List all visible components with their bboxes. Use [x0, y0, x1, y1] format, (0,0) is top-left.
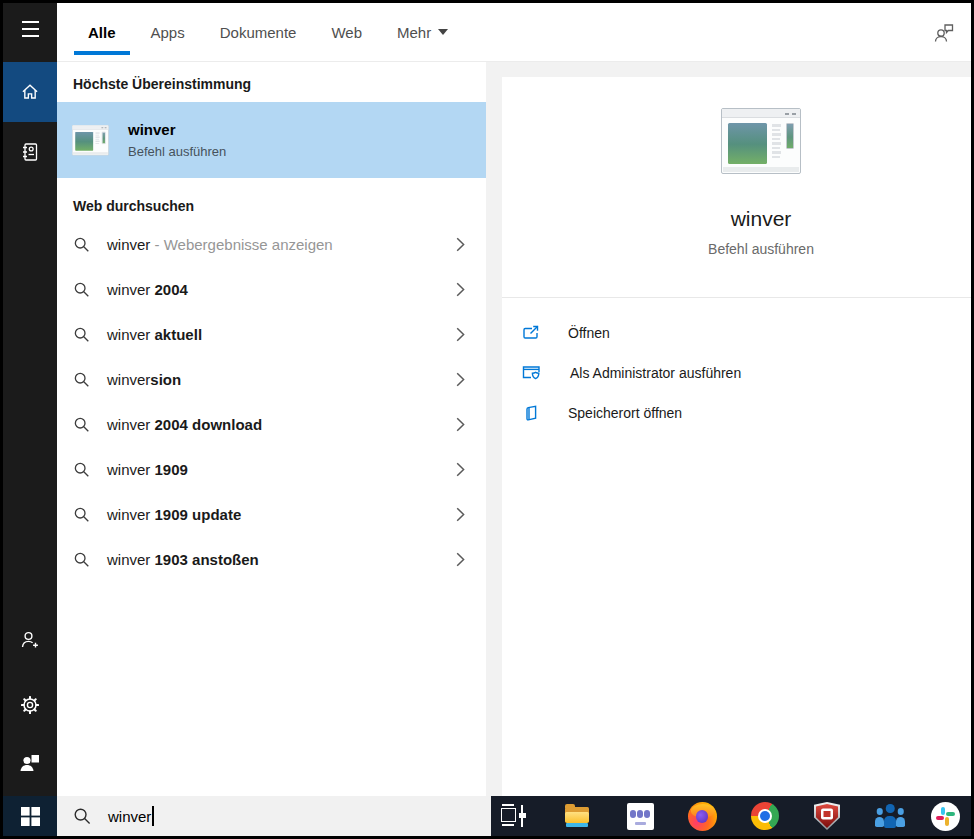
feedback-user-icon [931, 19, 957, 45]
detail-divider [502, 297, 971, 298]
teams-icon [627, 803, 654, 830]
tab-mehr[interactable]: Mehr [383, 3, 462, 61]
windows-search-screen: Alle Apps Dokumente Web Mehr Höchste Übe… [0, 0, 974, 839]
chevron-right-icon[interactable] [456, 552, 465, 567]
winver-app-icon [72, 125, 109, 156]
action-open-file-location[interactable]: Speicherort öffnen [502, 393, 971, 433]
teams-button[interactable] [625, 801, 655, 831]
detail-actions: Öffnen Als Administrator ausführen Speic… [502, 313, 971, 433]
start-button[interactable] [3, 796, 57, 836]
web-suggestion[interactable]: winver 1909 update [57, 492, 486, 537]
taskbar: winver [3, 796, 971, 836]
journal-icon [19, 141, 41, 163]
admin-shield-icon [522, 364, 542, 382]
section-header-web: Web durchsuchen [57, 178, 486, 222]
file-location-icon [522, 404, 540, 422]
section-header-best-match: Höchste Übereinstimmung [57, 62, 486, 102]
add-user-icon [19, 629, 41, 651]
windows-logo-icon [21, 807, 40, 826]
home-icon [20, 82, 40, 102]
search-icon [73, 371, 90, 388]
chevron-down-icon [438, 29, 448, 35]
search-icon [73, 416, 90, 433]
search-icon [73, 236, 90, 253]
suggestion-text: winver - Webergebnisse anzeigen [107, 236, 333, 253]
web-suggestion[interactable]: winver 1909 [57, 447, 486, 492]
slack-icon [931, 802, 960, 831]
left-rail [3, 3, 57, 836]
web-suggestion[interactable]: winver 1903 anstoßen [57, 537, 486, 582]
firefox-icon [688, 802, 717, 831]
search-icon [73, 326, 90, 343]
text-caret [152, 806, 154, 826]
web-suggestion[interactable]: winver aktuell [57, 312, 486, 357]
chevron-right-icon[interactable] [456, 372, 465, 387]
results-list: Höchste Übereinstimmung winver Befehl au… [57, 62, 486, 796]
best-match-subtitle: Befehl ausführen [128, 144, 226, 159]
suggestion-text: winver aktuell [107, 326, 202, 343]
file-explorer-button[interactable] [562, 801, 592, 831]
chevron-right-icon[interactable] [456, 282, 465, 297]
sidebar-item-home[interactable] [3, 62, 57, 122]
sidebar-item-user-picture[interactable] [3, 739, 57, 787]
firefox-button[interactable] [687, 801, 717, 831]
search-icon [73, 506, 90, 523]
web-suggestion[interactable]: winver - Webergebnisse anzeigen [57, 222, 486, 267]
chrome-button[interactable] [750, 801, 780, 831]
panel-divider [486, 62, 502, 796]
action-run-as-admin[interactable]: Als Administrator ausführen [502, 353, 971, 393]
chevron-right-icon[interactable] [456, 462, 465, 477]
suggestion-text: winver 1909 [107, 461, 188, 478]
detail-panel: winver Befehl ausführen Öffnen Als Admin… [502, 77, 971, 796]
chevron-right-icon[interactable] [456, 327, 465, 342]
tab-apps[interactable]: Apps [137, 3, 199, 61]
search-flyout: Alle Apps Dokumente Web Mehr Höchste Übe… [3, 3, 971, 836]
web-suggestion[interactable]: winver 2004 [57, 267, 486, 312]
search-icon [73, 807, 91, 825]
tab-dokumente[interactable]: Dokumente [206, 3, 311, 61]
suggestion-text: winver 2004 download [107, 416, 262, 433]
best-match-item[interactable]: winver Befehl ausführen [57, 102, 486, 178]
sidebar-item-journal[interactable] [3, 128, 57, 176]
contacts-icon [875, 802, 905, 830]
chevron-right-icon[interactable] [456, 237, 465, 252]
chevron-right-icon[interactable] [456, 417, 465, 432]
web-suggestion[interactable]: winversion [57, 357, 486, 402]
feedback-button[interactable] [929, 17, 959, 47]
user-picture-icon [19, 752, 41, 774]
panel-divider-top [502, 62, 971, 77]
search-input-value: winver [108, 808, 151, 825]
search-icon [73, 281, 90, 298]
security-shield-button[interactable] [812, 801, 842, 831]
search-tabs: Alle Apps Dokumente Web Mehr [57, 3, 971, 62]
sidebar-item-add-user[interactable] [3, 616, 57, 664]
winver-app-icon-large [721, 108, 801, 174]
search-icon [73, 551, 90, 568]
security-shield-icon [814, 802, 840, 830]
web-suggestion[interactable]: winver 2004 download [57, 402, 486, 447]
suggestion-text: winver 1909 update [107, 506, 241, 523]
contacts-button[interactable] [875, 801, 905, 831]
open-icon [522, 324, 540, 342]
menu-icon[interactable] [3, 5, 57, 53]
task-view-icon [500, 804, 526, 828]
tab-web[interactable]: Web [317, 3, 376, 61]
detail-title: winver [731, 207, 792, 231]
chrome-icon [751, 802, 779, 830]
suggestion-text: winver 2004 [107, 281, 188, 298]
tab-alle[interactable]: Alle [74, 3, 130, 61]
detail-subtitle: Befehl ausführen [708, 241, 814, 257]
file-explorer-icon [563, 802, 591, 830]
task-view-button[interactable] [498, 801, 528, 831]
action-open[interactable]: Öffnen [502, 313, 971, 353]
sidebar-item-settings[interactable] [3, 681, 57, 729]
best-match-title: winver [128, 121, 226, 138]
search-icon [73, 461, 90, 478]
suggestion-text: winver 1903 anstoßen [107, 551, 259, 568]
chevron-right-icon[interactable] [456, 507, 465, 522]
slack-button[interactable] [930, 801, 960, 831]
gear-icon [19, 694, 41, 716]
taskbar-search-box[interactable]: winver [57, 796, 491, 836]
suggestion-text: winversion [107, 371, 181, 388]
